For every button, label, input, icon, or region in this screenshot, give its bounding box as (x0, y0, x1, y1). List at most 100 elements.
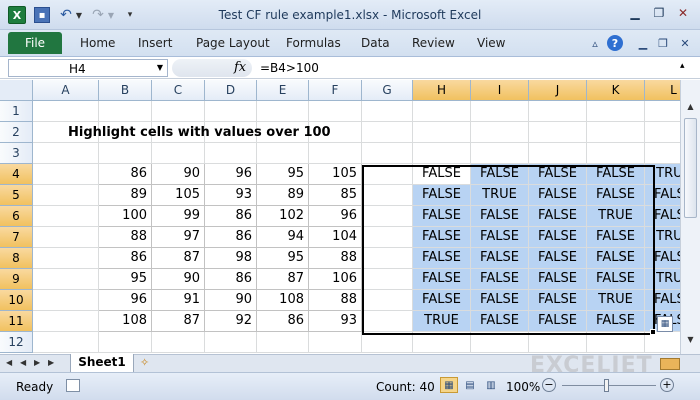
formula-expand-icon[interactable]: ▴ (680, 61, 685, 71)
first-sheet-icon[interactable]: ◀ (6, 358, 12, 367)
empty-cell[interactable] (587, 332, 645, 353)
result-cell[interactable]: FALSE (413, 227, 471, 248)
value-cell[interactable]: 85 (309, 185, 362, 206)
row-header-10[interactable]: 10 (0, 290, 33, 311)
result-cell[interactable]: FALSE (471, 206, 529, 227)
vertical-scrollbar[interactable]: ▲ ▼ (680, 80, 700, 354)
empty-cell[interactable] (309, 101, 362, 122)
column-header-h[interactable]: H (413, 80, 471, 101)
value-cell[interactable]: 105 (309, 164, 362, 185)
result-cell[interactable]: FALSE (471, 248, 529, 269)
empty-cell[interactable] (413, 101, 471, 122)
row-header-1[interactable]: 1 (0, 101, 33, 122)
empty-cell[interactable] (33, 185, 99, 206)
value-cell[interactable]: 96 (99, 290, 152, 311)
sheet-title-cell[interactable]: Highlight cells with values over 100 (68, 125, 331, 140)
result-cell[interactable]: FALSE (413, 269, 471, 290)
empty-cell[interactable] (362, 206, 413, 227)
empty-cell[interactable] (309, 332, 362, 353)
empty-cell[interactable] (152, 101, 205, 122)
empty-cell[interactable] (362, 101, 413, 122)
tab-file[interactable]: File (8, 32, 62, 54)
result-cell[interactable]: FALSE (413, 206, 471, 227)
empty-cell[interactable] (205, 332, 257, 353)
result-cell[interactable]: FALSE (413, 185, 471, 206)
column-header-e[interactable]: E (257, 80, 309, 101)
empty-cell[interactable] (33, 143, 99, 164)
quick-analysis-icon[interactable]: ▦ (657, 316, 673, 332)
row-header-4[interactable]: 4 (0, 164, 33, 185)
result-cell[interactable]: FALSE (587, 248, 645, 269)
value-cell[interactable]: 90 (205, 290, 257, 311)
close-icon[interactable]: ✕ (672, 4, 694, 22)
empty-cell[interactable] (362, 332, 413, 353)
result-cell[interactable]: FALSE (471, 269, 529, 290)
value-cell[interactable]: 86 (205, 269, 257, 290)
value-cell[interactable]: 89 (257, 185, 309, 206)
value-cell[interactable]: 95 (257, 164, 309, 185)
result-cell[interactable]: FALSE (529, 290, 587, 311)
tab-view[interactable]: View (477, 36, 505, 50)
row-header-8[interactable]: 8 (0, 248, 33, 269)
value-cell[interactable]: 86 (257, 311, 309, 332)
insert-sheet-icon[interactable]: ✧ (140, 356, 158, 370)
empty-cell[interactable] (471, 332, 529, 353)
empty-cell[interactable] (362, 311, 413, 332)
column-header-d[interactable]: D (205, 80, 257, 101)
result-cell[interactable]: FALSE (587, 185, 645, 206)
row-header-3[interactable]: 3 (0, 143, 33, 164)
empty-cell[interactable] (413, 332, 471, 353)
help-icon[interactable]: ? (607, 35, 623, 51)
prev-sheet-icon[interactable]: ◀ (20, 358, 26, 367)
scroll-down-icon[interactable]: ▼ (683, 335, 698, 349)
value-cell[interactable]: 95 (257, 248, 309, 269)
next-sheet-icon[interactable]: ▶ (34, 358, 40, 367)
insert-function-icon[interactable]: fx (234, 60, 246, 75)
result-cell[interactable]: FALSE (587, 227, 645, 248)
empty-cell[interactable] (33, 101, 99, 122)
select-all-corner[interactable] (0, 80, 33, 101)
empty-cell[interactable] (99, 143, 152, 164)
empty-cell[interactable] (205, 101, 257, 122)
result-cell[interactable]: FALSE (529, 227, 587, 248)
empty-cell[interactable] (587, 143, 645, 164)
workbook-close-icon[interactable]: ✕ (676, 34, 694, 52)
view-page-layout-icon[interactable]: ▤ (461, 377, 479, 393)
tab-data[interactable]: Data (361, 36, 390, 50)
empty-cell[interactable] (257, 332, 309, 353)
row-header-6[interactable]: 6 (0, 206, 33, 227)
value-cell[interactable]: 100 (99, 206, 152, 227)
value-cell[interactable]: 104 (309, 227, 362, 248)
result-cell[interactable]: FALSE (587, 164, 645, 185)
column-header-j[interactable]: J (529, 80, 587, 101)
restore-icon[interactable]: ❐ (648, 4, 670, 22)
empty-cell[interactable] (99, 101, 152, 122)
result-cell[interactable]: FALSE (529, 206, 587, 227)
workbook-minimize-icon[interactable]: ▁ (634, 34, 652, 52)
row-header-12[interactable]: 12 (0, 332, 33, 353)
result-cell[interactable]: FALSE (529, 185, 587, 206)
macro-record-icon[interactable] (66, 379, 80, 392)
value-cell[interactable]: 91 (152, 290, 205, 311)
empty-cell[interactable] (471, 143, 529, 164)
result-cell[interactable]: FALSE (587, 269, 645, 290)
row-header-2[interactable]: 2 (0, 122, 33, 143)
column-header-a[interactable]: A (33, 80, 99, 101)
empty-cell[interactable] (33, 290, 99, 311)
value-cell[interactable]: 97 (152, 227, 205, 248)
empty-cell[interactable] (33, 164, 99, 185)
formula-input[interactable] (256, 59, 676, 77)
result-cell[interactable]: FALSE (413, 248, 471, 269)
value-cell[interactable]: 93 (309, 311, 362, 332)
last-sheet-icon[interactable]: ▶ (48, 358, 54, 367)
empty-cell[interactable] (362, 185, 413, 206)
value-cell[interactable]: 96 (309, 206, 362, 227)
value-cell[interactable]: 108 (257, 290, 309, 311)
value-cell[interactable]: 86 (99, 248, 152, 269)
result-cell[interactable]: FALSE (529, 269, 587, 290)
minimize-icon[interactable]: ▁ (624, 4, 646, 22)
result-cell[interactable]: TRUE (587, 206, 645, 227)
result-cell[interactable]: FALSE (471, 290, 529, 311)
result-cell[interactable]: FALSE (529, 164, 587, 185)
empty-cell[interactable] (33, 248, 99, 269)
